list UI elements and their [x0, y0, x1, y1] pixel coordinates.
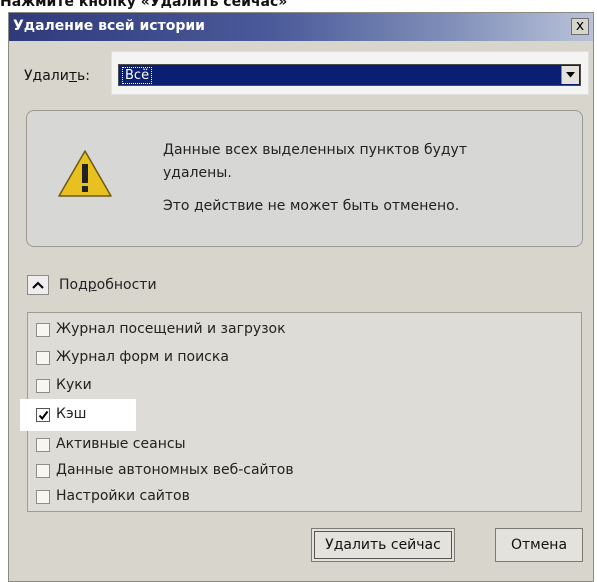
list-item-cache[interactable]: Кэш — [20, 399, 136, 431]
title-bar: Удаление всей истории x — [9, 13, 593, 41]
checkbox-active-sessions[interactable] — [36, 438, 50, 452]
time-range-label: Удалить: — [24, 68, 90, 84]
item-label: Активные сеансы — [56, 436, 186, 452]
list-item-site-settings[interactable]: Настройки сайтов — [28, 484, 328, 510]
chevron-up-icon — [32, 281, 44, 289]
items-list: Журнал посещений и загрузок Журнал форм … — [20, 312, 582, 512]
chevron-down-icon — [566, 72, 575, 78]
details-toggle-button[interactable] — [27, 275, 49, 295]
item-label: Кэш — [56, 406, 87, 422]
list-item-offline-data[interactable]: Данные автономных веб-сайтов — [28, 458, 328, 484]
checkbox-offline-data[interactable] — [36, 464, 50, 478]
item-label: Данные автономных веб-сайтов — [56, 462, 294, 478]
checkbox-cache[interactable] — [36, 408, 50, 422]
item-label: Настройки сайтов — [56, 488, 190, 504]
item-label: Журнал форм и поиска — [56, 349, 229, 365]
time-range-select[interactable]: Всё — [118, 64, 581, 86]
clear-history-dialog: Удаление всей истории x Удалить: Всё Дан… — [8, 12, 594, 582]
time-range-row: Удалить: Всё — [19, 51, 589, 95]
checkbox-cookies[interactable] — [36, 379, 50, 393]
list-item-form-history[interactable]: Журнал форм и поиска — [28, 345, 328, 371]
warning-text-line2: удалены. — [163, 165, 232, 181]
item-label: Куки — [56, 377, 92, 393]
checkbox-site-settings[interactable] — [36, 490, 50, 504]
list-item-active-sessions[interactable]: Активные сеансы — [28, 432, 328, 458]
details-label: Подробности — [59, 277, 157, 293]
dropdown-arrow-button[interactable] — [561, 66, 579, 84]
dialog-title: Удаление всей истории — [13, 18, 205, 34]
list-item-cookies[interactable]: Куки — [28, 373, 328, 399]
warning-icon — [58, 150, 112, 197]
instruction-caption: Нажмите кнопку «Удалить сейчас» — [0, 0, 288, 10]
time-range-value: Всё — [122, 67, 153, 84]
item-label: Журнал посещений и загрузок — [56, 321, 286, 337]
close-button[interactable]: x — [571, 18, 589, 35]
warning-panel: Данные всех выделенных пунктов будут уда… — [26, 110, 583, 247]
delete-now-button[interactable]: Удалить сейчас — [311, 528, 455, 562]
checkbox-form-history[interactable] — [36, 351, 50, 365]
warning-text-line3: Это действие не может быть отменено. — [163, 198, 460, 214]
checkmark-icon — [38, 410, 49, 421]
cancel-button[interactable]: Отмена — [495, 528, 583, 562]
time-range-highlight: Всё — [111, 51, 589, 95]
checkbox-browsing-history[interactable] — [36, 323, 50, 337]
warning-text-line1: Данные всех выделенных пунктов будут — [163, 142, 468, 158]
list-item-browsing-history[interactable]: Журнал посещений и загрузок — [28, 317, 328, 343]
